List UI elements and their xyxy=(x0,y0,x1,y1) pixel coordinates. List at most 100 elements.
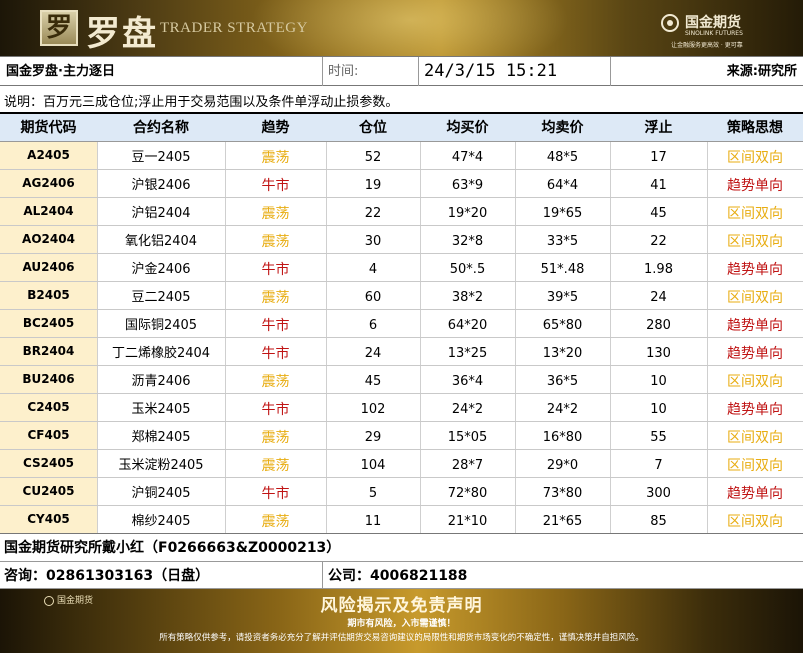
column-divider xyxy=(515,450,516,477)
cell-trend: 震荡 xyxy=(261,206,290,222)
disclaimer-banner: 国金期货 风险揭示及免责声明 期市有风险，入市需谨慎！ 所有策略仅供参考，请投资… xyxy=(0,589,803,653)
column-divider xyxy=(515,226,516,253)
column-divider xyxy=(225,226,226,253)
cell-strategy: 区间双向 xyxy=(727,150,783,166)
note-text: 说明：百万元三成仓位;浮止用于交易范围以及条件单浮动止损参数。 xyxy=(4,95,399,110)
column-divider xyxy=(225,254,226,281)
info-row: 国金罗盘·主力逐日 时间: 24/3/15 15:21 来源:研究所 xyxy=(0,56,803,86)
column-divider xyxy=(515,506,516,533)
column-divider xyxy=(610,394,611,421)
cell-trend: 牛市 xyxy=(261,262,290,278)
cell-trend: 震荡 xyxy=(261,430,290,446)
cell-strategy: 趋势单向 xyxy=(727,178,783,194)
company-name-cn: 国金期货 xyxy=(685,15,741,31)
cell-name: 郑棉2405 xyxy=(131,430,191,445)
column-divider xyxy=(326,282,327,309)
cell-avg-sell: 24*2 xyxy=(546,402,579,417)
column-divider xyxy=(420,506,421,533)
column-divider xyxy=(515,282,516,309)
cell-code: CS2405 xyxy=(0,450,97,477)
cell-code: BR2404 xyxy=(0,338,97,365)
cell-code: B2405 xyxy=(0,282,97,309)
cell-position: 22 xyxy=(364,206,382,221)
cell-avg-sell: 51*.48 xyxy=(540,262,585,277)
column-divider xyxy=(515,394,516,421)
disclaimer-headline: 风险揭示及免责声明 xyxy=(320,596,483,616)
column-divider xyxy=(707,478,708,505)
column-divider xyxy=(225,450,226,477)
company-slogan: 让金融服务更高效 · 更可靠 xyxy=(671,42,743,49)
cell-avg-buy: 19*20 xyxy=(447,206,488,221)
column-divider xyxy=(610,226,611,253)
table-row: AO2404 氧化铝2404 震荡 30 32*8 33*5 22 区间双向 xyxy=(0,226,803,254)
column-divider xyxy=(326,422,327,449)
cell-strategy: 区间双向 xyxy=(727,458,783,474)
cell-float-stop: 17 xyxy=(650,150,667,165)
column-divider xyxy=(707,254,708,281)
cell-float-stop: 1.98 xyxy=(644,262,673,277)
divider xyxy=(418,57,419,86)
cell-avg-buy: 63*9 xyxy=(451,178,484,193)
cell-avg-sell: 29*0 xyxy=(546,458,579,473)
column-divider xyxy=(610,142,611,169)
table-row: A2405 豆一2405 震荡 52 47*4 48*5 17 区间双向 xyxy=(0,142,803,170)
cell-avg-sell: 73*80 xyxy=(542,486,583,501)
cell-strategy: 趋势单向 xyxy=(727,486,783,502)
table-row: CY405 棉纱2405 震荡 11 21*10 21*65 85 区间双向 xyxy=(0,506,803,534)
cell-code: CY405 xyxy=(0,506,97,533)
time-value: 24/3/15 15:21 xyxy=(424,61,558,81)
cell-trend: 震荡 xyxy=(261,514,290,530)
column-divider xyxy=(225,310,226,337)
cell-float-stop: 300 xyxy=(646,486,671,501)
cell-position: 104 xyxy=(360,458,386,473)
column-divider xyxy=(225,394,226,421)
cell-name: 玉米淀粉2405 xyxy=(118,458,204,473)
table-row: CS2405 玉米淀粉2405 震荡 104 28*7 29*0 7 区间双向 xyxy=(0,450,803,478)
cell-float-stop: 55 xyxy=(650,430,667,445)
cell-code: AL2404 xyxy=(0,198,97,225)
cell-float-stop: 85 xyxy=(650,514,667,529)
cell-avg-sell: 21*65 xyxy=(542,514,583,529)
column-divider xyxy=(420,422,421,449)
table-row: AU2406 沪金2406 牛市 4 50*.5 51*.48 1.98 趋势单向 xyxy=(0,254,803,282)
consult-phone: 咨询：02861303163（日盘） xyxy=(4,568,210,584)
analyst-info: 国金期货研究所戴小红（F0266663&Z0000213） xyxy=(0,533,803,561)
column-divider xyxy=(420,310,421,337)
cell-trend: 牛市 xyxy=(261,346,290,362)
cell-avg-buy: 50*.5 xyxy=(449,262,486,277)
cell-trend: 震荡 xyxy=(261,150,290,166)
cell-position: 60 xyxy=(364,290,382,305)
column-divider xyxy=(707,506,708,533)
cell-position: 52 xyxy=(364,150,382,165)
column-divider xyxy=(326,310,327,337)
column-divider xyxy=(225,338,226,365)
column-divider xyxy=(326,478,327,505)
strategy-sheet: 罗 罗盘 TRADER STRATEGY 国金期货 SINOLINK FUTUR… xyxy=(0,0,803,653)
column-divider xyxy=(420,394,421,421)
column-divider xyxy=(707,198,708,225)
column-divider xyxy=(97,422,98,449)
cell-avg-buy: 72*80 xyxy=(447,486,488,501)
header-strategy: 策略思想 xyxy=(727,120,783,136)
cell-avg-buy: 21*10 xyxy=(447,514,488,529)
cell-avg-buy: 36*4 xyxy=(451,374,484,389)
cell-avg-buy: 32*8 xyxy=(451,234,484,249)
column-divider xyxy=(420,366,421,393)
contact-row: 咨询：02861303163（日盘） 公司：4006821188 xyxy=(0,561,803,589)
column-divider xyxy=(225,478,226,505)
table-row: AL2404 沪铝2404 震荡 22 19*20 19*65 45 区间双向 xyxy=(0,198,803,226)
column-divider xyxy=(326,338,327,365)
cell-float-stop: 280 xyxy=(646,318,671,333)
table-header: 期货代码 合约名称 趋势 仓位 均买价 均卖价 浮止 策略思想 xyxy=(0,112,803,142)
column-divider xyxy=(610,170,611,197)
column-divider xyxy=(610,310,611,337)
column-divider xyxy=(420,450,421,477)
cell-float-stop: 130 xyxy=(646,346,671,361)
column-divider xyxy=(97,226,98,253)
column-divider xyxy=(515,310,516,337)
cell-avg-sell: 33*5 xyxy=(546,234,579,249)
cell-code: CF405 xyxy=(0,422,97,449)
column-divider xyxy=(610,450,611,477)
disclaimer-motto: 期市有风险，入市需谨慎！ xyxy=(347,619,456,629)
cell-strategy: 趋势单向 xyxy=(727,262,783,278)
